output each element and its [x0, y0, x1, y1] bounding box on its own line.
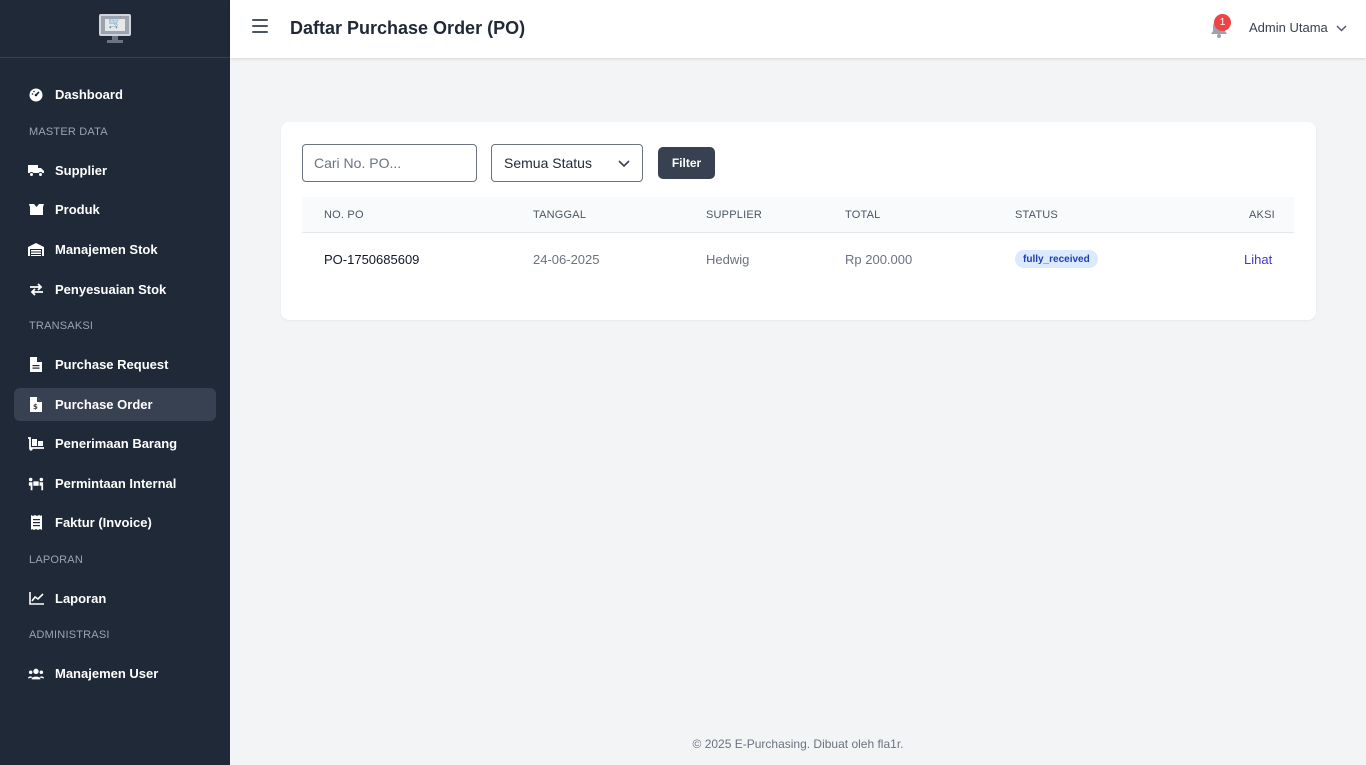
status-badge: fully_received	[1015, 250, 1098, 268]
sidebar-item-penyesuaian-stok[interactable]: Penyesuaian Stok	[14, 273, 216, 306]
filter-button[interactable]: Filter	[658, 147, 715, 179]
sidebar-item-label: Purchase Request	[55, 357, 169, 372]
sidebar-item-dashboard[interactable]: Dashboard	[14, 78, 216, 111]
nav-section-laporan: LAPORAN	[29, 554, 83, 566]
cell-date: 24-06-2025	[533, 252, 600, 267]
sidebar-item-purchase-order[interactable]: $ Purchase Order	[14, 388, 216, 421]
sidebar-item-supplier[interactable]: Supplier	[14, 154, 216, 187]
sidebar-item-label: Purchase Order	[55, 397, 153, 412]
cell-total: Rp 200.000	[845, 252, 913, 267]
status-select-value: Semua Status	[504, 155, 592, 171]
gauge-icon	[28, 87, 44, 103]
top-header: Daftar Purchase Order (PO) 1 Admin Utama	[230, 0, 1366, 58]
file-icon	[28, 357, 44, 373]
user-name: Admin Utama	[1249, 20, 1328, 35]
nav-section-transaksi: TRANSAKSI	[29, 320, 94, 332]
chevron-down-icon	[1336, 20, 1347, 35]
sidebar-item-faktur[interactable]: Faktur (Invoice)	[14, 506, 216, 539]
sidebar-item-purchase-request[interactable]: Purchase Request	[14, 348, 216, 381]
cell-po-number: PO-1750685609	[324, 252, 420, 267]
chart-line-icon	[28, 591, 44, 607]
column-header-aksi: AKSI	[1249, 209, 1275, 221]
sidebar-item-label: Dashboard	[55, 87, 123, 102]
sidebar-item-manajemen-user[interactable]: Manajemen User	[14, 657, 216, 690]
sidebar-item-label: Penerimaan Barang	[55, 436, 178, 451]
page-title: Daftar Purchase Order (PO)	[290, 18, 526, 38]
sidebar-item-manajemen-stok[interactable]: Manajemen Stok	[14, 233, 216, 266]
monitor-cart-icon: 🛒	[99, 13, 131, 44]
sidebar-item-label: Faktur (Invoice)	[55, 515, 152, 530]
sidebar: 🛒 Dashboard MASTER DATA Supplier Produk	[0, 0, 230, 765]
sidebar-item-label: Manajemen User	[55, 666, 159, 681]
truck-icon	[28, 163, 44, 179]
cell-supplier: Hedwig	[706, 252, 750, 267]
sidebar-item-label: Produk	[55, 202, 100, 217]
svg-text:$: $	[33, 403, 38, 411]
nav-section-master-data: MASTER DATA	[29, 126, 108, 138]
sidebar-item-label: Penyesuaian Stok	[55, 282, 167, 297]
hamburger-menu-icon[interactable]	[252, 19, 268, 33]
warehouse-icon	[28, 242, 44, 258]
search-po-input[interactable]	[302, 144, 477, 182]
file-invoice-icon: $	[28, 397, 44, 413]
sidebar-item-label: Laporan	[55, 591, 107, 606]
view-link[interactable]: Lihat	[1244, 252, 1272, 267]
table-header: NO. PO TANGGAL SUPPLIER TOTAL STATUS AKS…	[302, 197, 1294, 233]
box-icon	[28, 202, 44, 218]
table-row: PO-1750685609 24-06-2025 Hedwig Rp 200.0…	[302, 233, 1294, 285]
sidebar-item-label: Supplier	[55, 163, 108, 178]
column-header-status: STATUS	[1015, 209, 1058, 221]
notification-badge: 1	[1214, 14, 1231, 31]
sidebar-item-penerimaan-barang[interactable]: Penerimaan Barang	[14, 427, 216, 460]
chevron-down-icon	[618, 155, 630, 171]
nav-section-administrasi: ADMINISTRASI	[29, 629, 110, 641]
sidebar-item-permintaan-internal[interactable]: Permintaan Internal	[14, 467, 216, 500]
column-header-no-po: NO. PO	[324, 209, 364, 221]
sidebar-item-label: Manajemen Stok	[55, 242, 158, 257]
app-logo[interactable]: 🛒	[0, 0, 230, 58]
status-select[interactable]: Semua Status	[491, 144, 643, 182]
column-header-tanggal: TANGGAL	[533, 209, 587, 221]
exchange-icon	[28, 282, 44, 298]
sidebar-item-laporan[interactable]: Laporan	[14, 582, 216, 615]
column-header-supplier: SUPPLIER	[706, 209, 763, 221]
sidebar-item-label: Permintaan Internal	[55, 476, 177, 491]
po-list-card: Semua Status Filter NO. PO TANGGAL SUPPL…	[281, 122, 1316, 320]
people-carry-icon	[28, 476, 44, 492]
receipt-icon	[28, 515, 44, 531]
users-icon	[28, 666, 44, 682]
dolly-icon	[28, 436, 44, 452]
column-header-total: TOTAL	[845, 209, 881, 221]
sidebar-item-produk[interactable]: Produk	[14, 193, 216, 226]
footer: © 2025 E-Purchasing. Dibuat oleh fla1r.	[692, 737, 904, 751]
user-menu[interactable]: Admin Utama	[1249, 20, 1347, 35]
